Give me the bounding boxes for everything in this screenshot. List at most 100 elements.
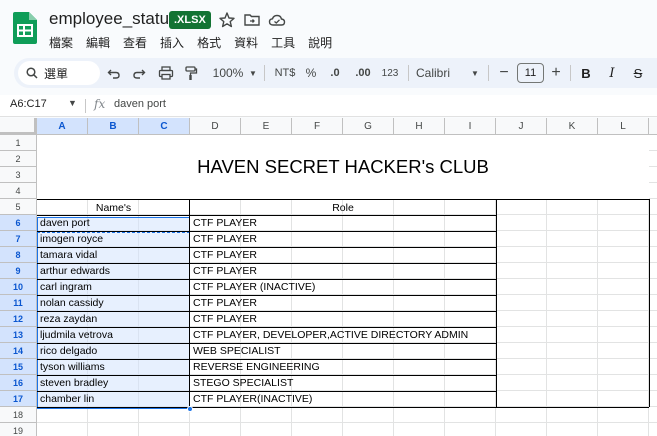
bold-button[interactable]: B	[579, 58, 593, 88]
print-icon[interactable]	[158, 65, 174, 81]
menu-tools[interactable]: 工具	[271, 34, 302, 51]
row-header-11[interactable]: 11	[0, 295, 37, 311]
role-cell[interactable]: REVERSE ENGINEERING	[193, 359, 320, 375]
spreadsheet-grid[interactable]: HAVEN SECRET HACKER's CLUB Name's Role d…	[0, 118, 657, 436]
row-header-15[interactable]: 15	[0, 359, 37, 375]
column-header-m[interactable]	[649, 118, 657, 135]
role-cell[interactable]: CTF PLAYER	[193, 247, 257, 263]
row-header-9[interactable]: 9	[0, 263, 37, 279]
column-header-g[interactable]: G	[343, 118, 394, 135]
name-cell[interactable]: steven bradley	[40, 375, 108, 391]
column-header-b[interactable]: B	[88, 118, 139, 135]
name-box-caret-icon[interactable]: ▼	[68, 98, 77, 108]
name-cell[interactable]: reza zaydan	[40, 311, 97, 327]
document-title[interactable]: employee_status	[49, 9, 178, 29]
menu-help[interactable]: 說明	[308, 34, 339, 51]
sheets-logo-icon[interactable]	[13, 12, 37, 44]
formula-divider	[85, 99, 86, 113]
row-header-17[interactable]: 17	[0, 391, 37, 407]
menu-view[interactable]: 查看	[123, 34, 154, 51]
role-cell[interactable]: CTF PLAYER (INACTIVE)	[193, 279, 315, 295]
column-header-l[interactable]: L	[598, 118, 649, 135]
strikethrough-button[interactable]: S	[631, 58, 645, 88]
italic-button[interactable]: I	[605, 58, 619, 88]
increase-font-size-button[interactable]: +	[550, 58, 562, 88]
percent-format-button[interactable]: %	[304, 58, 318, 88]
zoom-select[interactable]: 100%	[210, 58, 246, 88]
fill-handle[interactable]	[187, 406, 193, 412]
menu-insert[interactable]: 插入	[160, 34, 191, 51]
row-header-5[interactable]: 5	[0, 199, 37, 215]
menu-data[interactable]: 資料	[234, 34, 265, 51]
row-header-1[interactable]: 1	[0, 135, 37, 151]
column-header-e[interactable]: E	[241, 118, 292, 135]
name-cell[interactable]: tyson williams	[40, 359, 105, 375]
name-cell[interactable]: imogen royce	[40, 231, 103, 247]
name-cell[interactable]: arthur edwards	[40, 263, 110, 279]
font-caret-icon[interactable]: ▼	[470, 58, 480, 88]
row-header-19[interactable]: 19	[0, 423, 37, 436]
cloud-status-icon[interactable]	[268, 11, 286, 29]
undo-icon[interactable]	[107, 65, 121, 81]
role-cell[interactable]: CTF PLAYER	[193, 215, 257, 231]
row-header-7[interactable]: 7	[0, 231, 37, 247]
role-cell[interactable]: CTF PLAYER, DEVELOPER,ACTIVE DIRECTORY A…	[193, 327, 468, 343]
name-cell[interactable]: tamara vidal	[40, 247, 97, 263]
column-header-j[interactable]: J	[496, 118, 547, 135]
formula-bar: A6:C17 ▼ fx daven port	[0, 95, 657, 117]
row-header-16[interactable]: 16	[0, 375, 37, 391]
row-header-14[interactable]: 14	[0, 343, 37, 359]
paint-format-icon[interactable]	[184, 65, 198, 81]
select-all-corner[interactable]	[0, 118, 37, 135]
column-header-c[interactable]: C	[139, 118, 190, 135]
row-header-12[interactable]: 12	[0, 311, 37, 327]
currency-format-button[interactable]: NT$	[272, 58, 298, 88]
name-cell[interactable]: carl ingram	[40, 279, 92, 295]
column-header-i[interactable]: I	[445, 118, 496, 135]
more-formats-button[interactable]: 123	[380, 58, 400, 88]
row-header-10[interactable]: 10	[0, 279, 37, 295]
star-icon[interactable]	[218, 11, 236, 29]
role-cell[interactable]: CTF PLAYER(INACTIVE)	[193, 391, 312, 407]
name-box[interactable]: A6:C17	[10, 98, 47, 110]
header-role-cell[interactable]: Role	[190, 200, 496, 216]
search-menus-button[interactable]: 選單	[18, 61, 100, 85]
name-cell[interactable]: nolan cassidy	[40, 295, 104, 311]
name-cell[interactable]: daven port	[40, 215, 90, 231]
sheet-title-cell[interactable]: HAVEN SECRET HACKER's CLUB	[37, 135, 649, 199]
row-header-13[interactable]: 13	[0, 327, 37, 343]
role-cell[interactable]: WEB SPECIALIST	[193, 343, 281, 359]
role-cell[interactable]: CTF PLAYER	[193, 231, 257, 247]
row-header-3[interactable]: 3	[0, 167, 37, 183]
row-header-18[interactable]: 18	[0, 407, 37, 423]
row-header-8[interactable]: 8	[0, 247, 37, 263]
row-header-4[interactable]: 4	[0, 183, 37, 199]
formula-input[interactable]: daven port	[114, 98, 166, 110]
redo-icon[interactable]	[132, 65, 146, 81]
zoom-caret-icon[interactable]: ▼	[248, 58, 258, 88]
column-header-d[interactable]: D	[190, 118, 241, 135]
font-select[interactable]: Calibri	[416, 58, 456, 88]
role-cell[interactable]: CTF PLAYER	[193, 263, 257, 279]
menu-file[interactable]: 檔案	[49, 34, 80, 51]
menu-format[interactable]: 格式	[197, 34, 228, 51]
column-header-k[interactable]: K	[547, 118, 598, 135]
row-header-2[interactable]: 2	[0, 151, 37, 167]
name-cell[interactable]: rico delgado	[40, 343, 97, 359]
role-cell[interactable]: CTF PLAYER	[193, 311, 257, 327]
row-header-6[interactable]: 6	[0, 215, 37, 231]
column-header-h[interactable]: H	[394, 118, 445, 135]
menu-edit[interactable]: 編輯	[86, 34, 117, 51]
increase-decimal-button[interactable]: .00	[352, 58, 374, 88]
column-header-a[interactable]: A	[37, 118, 88, 135]
role-cell[interactable]: CTF PLAYER	[193, 295, 257, 311]
column-header-f[interactable]: F	[292, 118, 343, 135]
font-size-input[interactable]: 11	[517, 63, 544, 83]
decrease-decimal-button[interactable]: .0	[326, 58, 344, 88]
move-to-folder-icon[interactable]	[243, 11, 261, 29]
role-cell[interactable]: STEGO SPECIALIST	[193, 375, 293, 391]
name-cell[interactable]: ljudmila vetrova	[40, 327, 113, 343]
name-cell[interactable]: chamber lin	[40, 391, 94, 407]
decrease-font-size-button[interactable]: −	[498, 58, 510, 88]
header-name-cell[interactable]: Name's	[37, 200, 190, 216]
